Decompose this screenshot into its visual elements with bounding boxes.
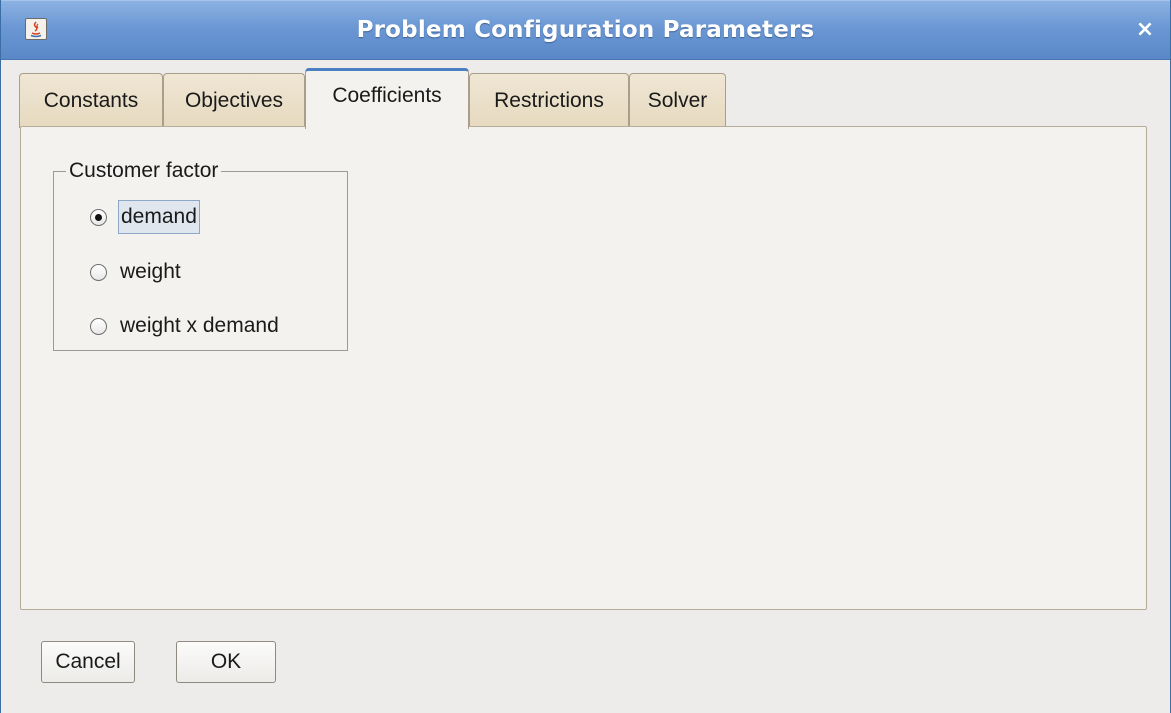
dialog-window: Problem Configuration Parameters × Const… — [0, 0, 1171, 713]
tab-restrictions[interactable]: Restrictions — [469, 73, 629, 128]
radio-button-weight[interactable] — [90, 264, 107, 281]
radio-label-weight-x-demand[interactable]: weight x demand — [118, 309, 281, 343]
ok-button[interactable]: OK — [176, 641, 276, 683]
tab-objectives[interactable]: Objectives — [163, 73, 305, 128]
radio-label-demand[interactable]: demand — [118, 200, 200, 234]
radio-label-weight[interactable]: weight — [118, 255, 183, 289]
close-icon[interactable]: × — [1134, 19, 1156, 41]
customer-factor-legend: Customer factor — [66, 158, 222, 184]
tab-coefficients[interactable]: Coefficients — [305, 68, 469, 129]
tab-solver[interactable]: Solver — [629, 73, 726, 128]
cancel-button[interactable]: Cancel — [41, 641, 135, 683]
title-bar[interactable]: Problem Configuration Parameters × — [1, 0, 1170, 60]
coefficients-panel: Customer factor demand weight weight x d… — [20, 126, 1147, 610]
radio-button-weight-x-demand[interactable] — [90, 318, 107, 335]
radio-button-demand[interactable] — [90, 209, 107, 226]
tab-constants[interactable]: Constants — [19, 73, 163, 128]
customer-factor-group: Customer factor demand weight weight x d… — [53, 158, 348, 351]
window-title: Problem Configuration Parameters — [356, 17, 815, 43]
